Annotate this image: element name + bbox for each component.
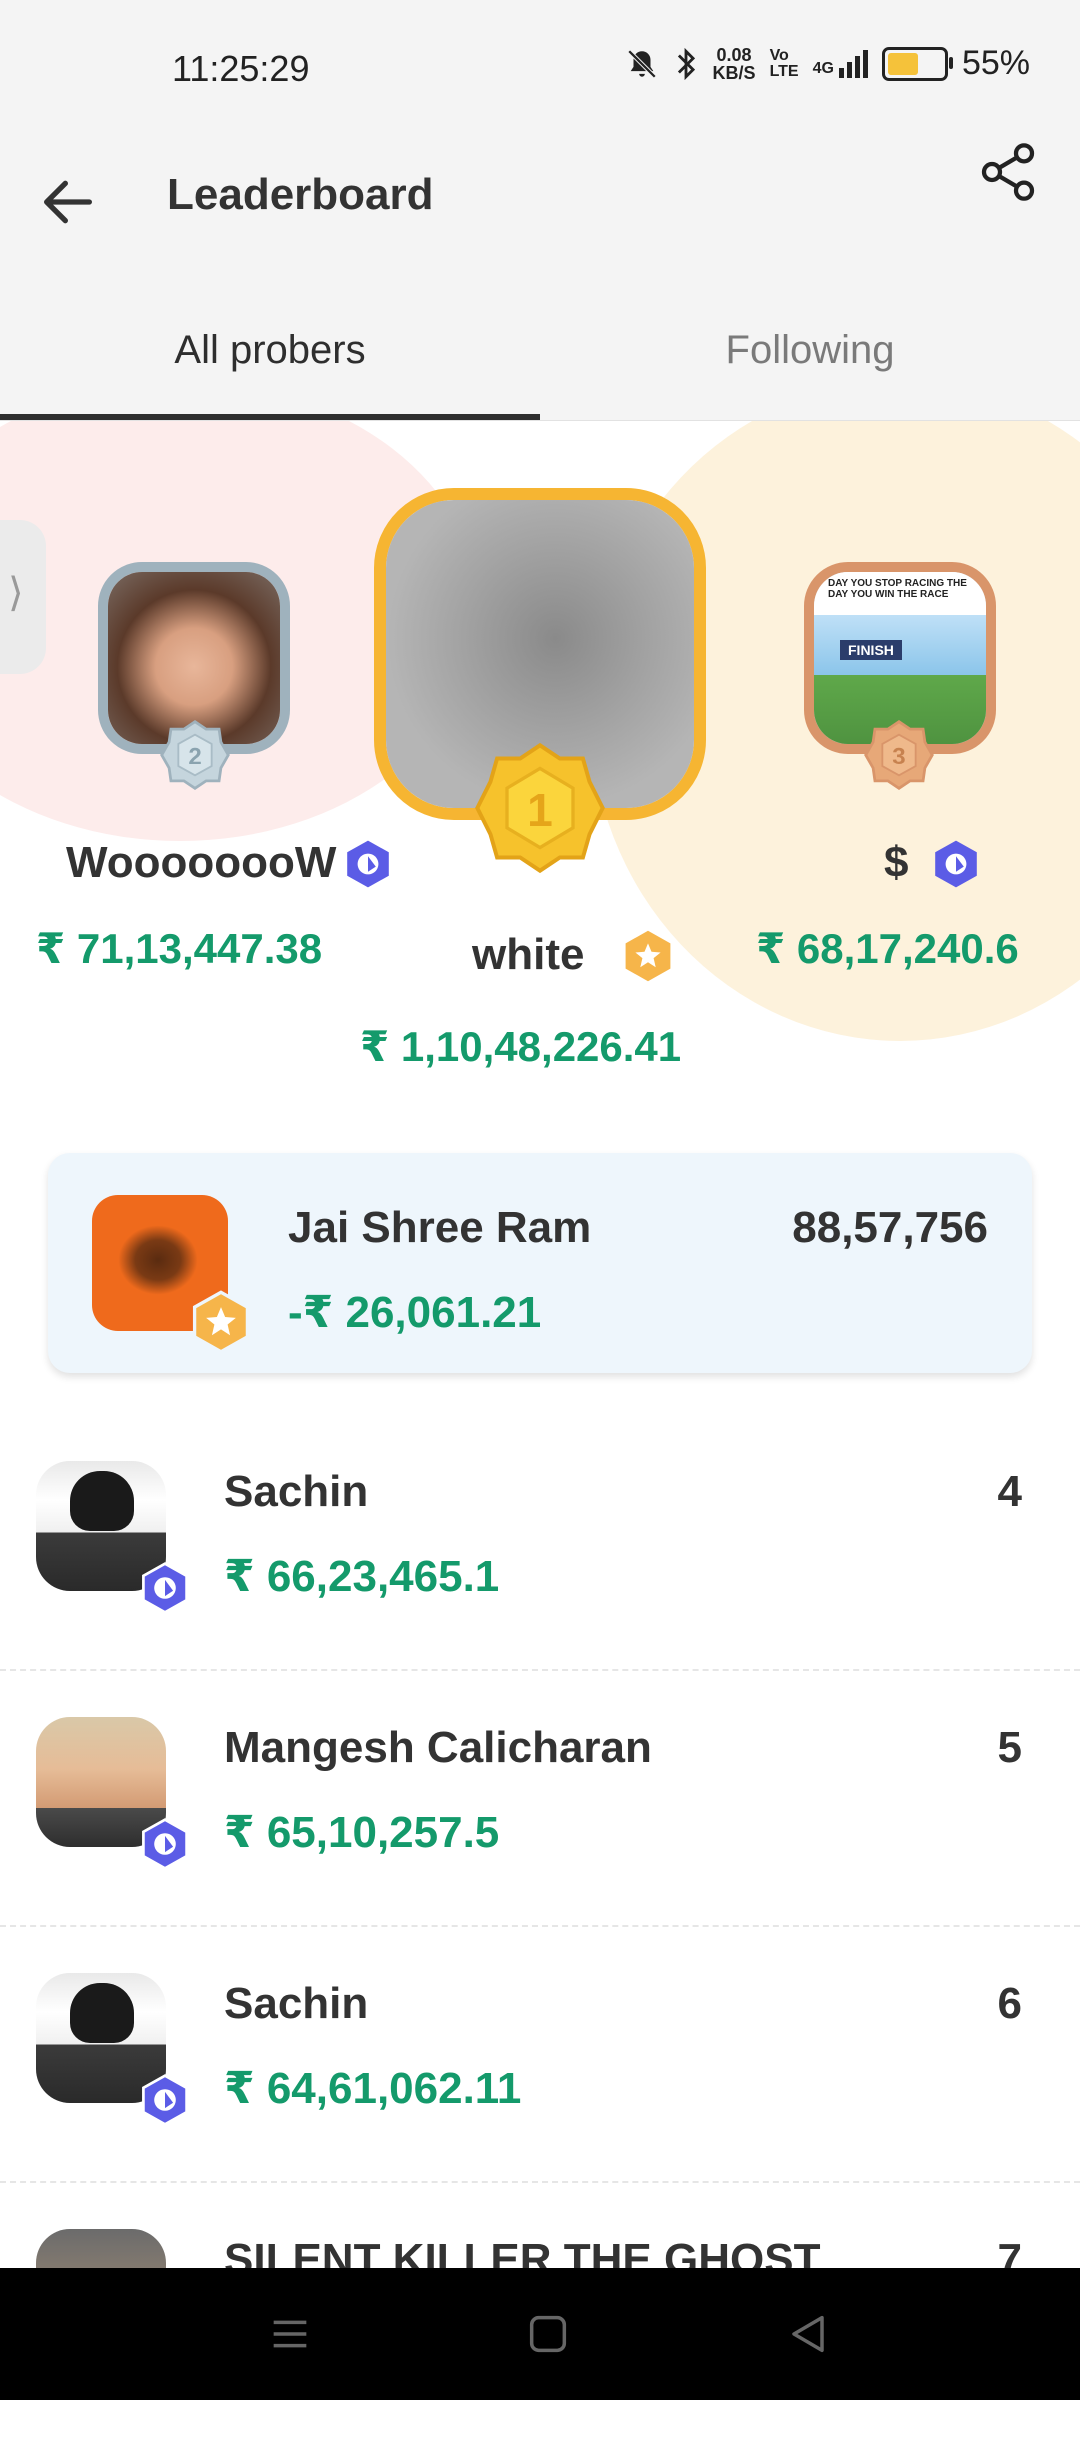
square-home-icon[interactable] [520,2306,576,2362]
list-item[interactable]: Sachin ₹ 64,61,062.11 6 [0,1925,1080,2183]
app-header: Leaderboard [0,140,1080,280]
gold-rank-1-icon: 1 [475,742,605,874]
svg-text:1: 1 [527,784,553,836]
chevron-right-icon: ⟩ [8,571,24,615]
podium-name-3: $ [884,838,909,887]
page-title: Leaderboard [167,170,434,219]
blue-shield-badge-icon [142,2074,188,2126]
blue-shield-badge-icon [935,840,977,888]
my-name: Jai Shree Ram [288,1203,592,1252]
star-badge-icon [192,1290,250,1354]
tab-all-probers[interactable]: All probers [0,280,540,420]
share-icon[interactable] [976,140,1040,204]
list-item[interactable]: Sachin ₹ 66,23,465.1 4 [0,1413,1080,1671]
battery-level [887,52,918,75]
bronze-rank-3-icon: 3 [864,720,934,790]
list-item-rank: 6 [997,1979,1022,2028]
status-bar: 11:25:29 0.08 KB/S Vo LTE 4G 55% [0,0,1080,140]
podium-amount-2: ₹ 71,13,447.38 [36,925,323,972]
finish-sign: FINISH [840,640,902,660]
side-drawer-handle[interactable]: ⟩ [0,520,46,674]
podium-amount-1: ₹ 1,10,48,226.41 [360,1023,682,1070]
blue-shield-badge-icon [347,840,389,888]
signal-icon: 4G [813,49,868,78]
list-item-name: Sachin [224,1979,369,2028]
silver-rank-2-icon: 2 [160,720,230,790]
arrow-left-icon[interactable] [36,170,100,234]
list-item-amount: ₹ 64,61,062.11 [224,2064,522,2113]
status-icons: 0.08 KB/S Vo LTE 4G 55% [625,44,1030,83]
battery-percent: 55% [961,44,1030,82]
blue-shield-badge-icon [142,1818,188,1870]
active-tab-indicator [0,414,540,420]
podium-amount-3: ₹ 68,17,240.6 [756,925,1019,972]
network-speed: 0.08 KB/S [712,44,756,83]
bluetooth-icon [677,47,695,80]
list-item-rank: 5 [997,1723,1022,1772]
my-amount: -₹ 26,061.21 [288,1288,542,1337]
svg-text:2: 2 [188,743,201,770]
my-rank-number: 88,57,756 [792,1203,988,1252]
list-item-name: Sachin [224,1467,369,1516]
tab-bar: All probers Following [0,280,1080,421]
podium-name-2: WoooooooW [66,838,337,887]
status-time: 11:25:29 [172,48,310,89]
system-nav-bar [0,2268,1080,2400]
list-item[interactable]: Mangesh Calicharan ₹ 65,10,257.5 5 [0,1669,1080,1927]
volte-indicator: Vo LTE [769,46,799,80]
menu-icon[interactable] [262,2306,318,2362]
my-rank-card[interactable]: Jai Shree Ram -₹ 26,061.21 88,57,756 [48,1153,1032,1373]
avatar-caption: DAY YOU STOP RACING THE DAY YOU WIN THE … [828,578,967,600]
mute-bell-icon [627,49,656,78]
battery-icon [881,46,953,81]
svg-text:3: 3 [892,743,905,770]
podium-name-1: white [472,930,585,979]
triangle-back-icon[interactable] [780,2306,836,2362]
list-item-name: Mangesh Calicharan [224,1723,652,1772]
blue-shield-badge-icon [142,1562,188,1614]
tab-following[interactable]: Following [540,280,1080,420]
list-item-amount: ₹ 65,10,257.5 [224,1808,500,1857]
star-badge-icon [625,930,671,982]
list-item-rank: 4 [997,1467,1022,1516]
list-item-amount: ₹ 66,23,465.1 [224,1552,500,1601]
